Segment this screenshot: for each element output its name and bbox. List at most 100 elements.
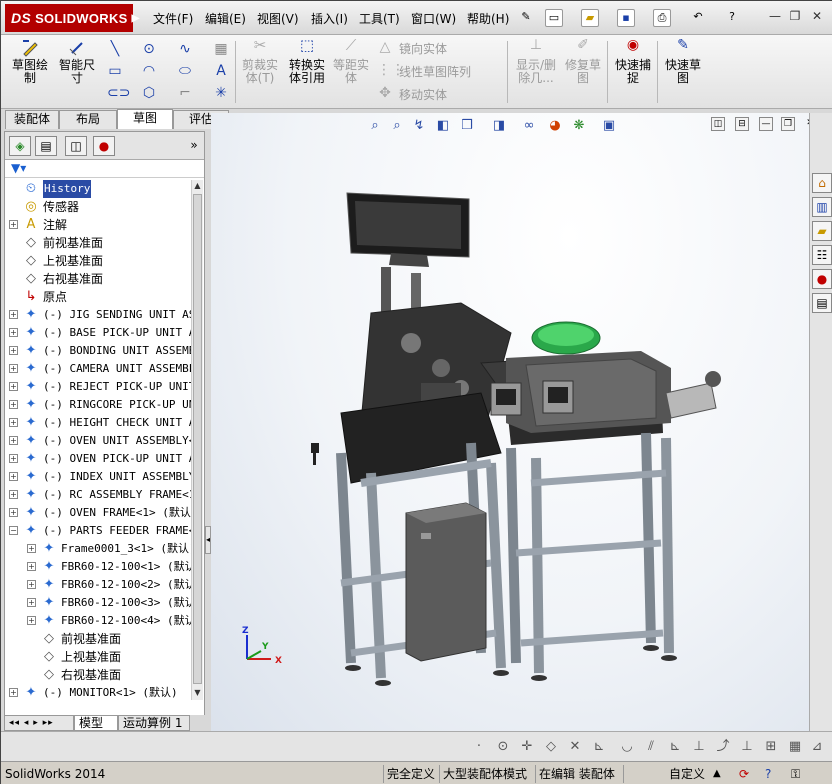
expand-icon[interactable]: + (9, 508, 18, 517)
dot-icon[interactable]: · (471, 739, 487, 755)
tree-node[interactable]: ◇ 上视基准面 (5, 252, 191, 270)
tree-node[interactable]: ⏲ History (5, 180, 191, 198)
help-status-icon[interactable]: ⚿ (791, 766, 800, 782)
view-orientation-icon[interactable]: ❒ (458, 117, 476, 135)
expand-icon[interactable]: + (9, 382, 18, 391)
expand-icon[interactable]: + (9, 418, 18, 427)
move-entities-item[interactable]: 移动实体 (399, 86, 447, 103)
expand-icon[interactable]: + (9, 454, 18, 463)
tree-node[interactable]: + ✦ FBR60-12-100<4> (默认 (5, 612, 191, 630)
configuration-manager-icon[interactable]: ◫ (65, 136, 87, 156)
menu-file[interactable]: 文件(F) (153, 10, 193, 27)
quick-snaps-button[interactable]: ◉ 快速捕捉 (611, 38, 655, 85)
appearances-icon[interactable]: ● (812, 269, 832, 289)
scroll-down-icon[interactable]: ▼ (192, 687, 203, 699)
intersection-icon[interactable]: ✕ (567, 739, 583, 755)
assembly-model-view[interactable] (311, 183, 771, 703)
ellipse-icon[interactable]: ⬭ (177, 63, 193, 79)
tree-node[interactable]: + ✦ (-) REJECT PICK-UP UNIT (5, 378, 191, 396)
view-settings-icon[interactable]: ▣ (600, 117, 618, 135)
vertical-icon[interactable]: ⊥ (739, 739, 755, 755)
tree-node[interactable]: + ✦ (-) MONITOR<1> (默认) (5, 684, 191, 700)
tab-sketch[interactable]: 草图 (117, 109, 173, 129)
viewport-restore-icon[interactable]: ⊟ (735, 117, 749, 131)
new-document-icon[interactable]: ▭ (545, 9, 563, 27)
center-point-icon[interactable]: ⊙ (495, 739, 511, 755)
expand-icon[interactable]: + (9, 310, 18, 319)
slot-icon[interactable]: ⊂⊃ (107, 85, 130, 101)
display-style-icon[interactable]: ◨ (490, 117, 508, 135)
menu-insert[interactable]: 插入(I) (311, 10, 348, 27)
display-manager-icon[interactable]: ● (93, 136, 115, 156)
nearest-icon[interactable]: ⊾ (591, 739, 607, 755)
parallel-icon[interactable]: ⊾ (667, 739, 683, 755)
file-explorer-icon[interactable]: ▰ (812, 221, 832, 241)
tree-node[interactable]: ◇ 前视基准面 (5, 234, 191, 252)
view-palette-icon[interactable]: ☷ (812, 245, 832, 265)
tree-node[interactable]: + ✦ (-) BASE PICK-UP UNIT AS (5, 324, 191, 342)
tab-motion-study-1[interactable]: 运动算例 1 (118, 715, 190, 731)
graphics-area[interactable]: ⌕ ⌕ ↯ ◧ ❒ ◨ ∞ ◕ ❋ ▣ ◫ ⊟ — ❐ ✕ (211, 113, 814, 731)
viewport-maximize-icon[interactable]: ❐ (781, 117, 795, 131)
sketch-button[interactable]: 草图绘制 (7, 39, 53, 85)
tree-node[interactable]: + ✦ (-) BONDING UNIT ASSEMBL (5, 342, 191, 360)
expand-icon[interactable]: + (27, 562, 36, 571)
menu-help[interactable]: 帮助(H) (467, 10, 509, 27)
zoom-to-fit-icon[interactable]: ⌕ (366, 117, 384, 135)
fillet-icon[interactable]: ⌐ (177, 85, 193, 101)
expand-icon[interactable]: + (9, 364, 18, 373)
tree-node[interactable]: + ✦ FBR60-12-100<2> (默认 (5, 576, 191, 594)
expand-icon[interactable]: + (9, 346, 18, 355)
tree-node[interactable]: ◎ 传感器 (5, 198, 191, 216)
tree-node[interactable]: + ✦ (-) CAMERA UNIT ASSEMBLY (5, 360, 191, 378)
text-icon[interactable]: A (213, 63, 229, 79)
pin-icon[interactable]: ✎ (517, 9, 535, 27)
custom-properties-icon[interactable]: ▤ (812, 293, 832, 313)
trim-entities-button[interactable]: ✂ 剪裁实体(T) (239, 38, 281, 85)
linear-pattern-icon[interactable]: ⋮⋮ (377, 62, 405, 78)
tree-node[interactable]: ◇ 右视基准面 (5, 270, 191, 288)
tree-node[interactable]: + ✦ Frame0001_3<1> (默认) (5, 540, 191, 558)
filter-bar[interactable]: ▼▾ (5, 160, 204, 178)
polygon-icon[interactable]: ⬡ (141, 85, 157, 101)
expand-icon[interactable]: + (9, 436, 18, 445)
tree-node[interactable]: + ✦ (-) JIG SENDING UNIT ASS (5, 306, 191, 324)
restore-icon[interactable]: ❐ (787, 9, 803, 25)
tree-node[interactable]: − ✦ (-) PARTS FEEDER FRAME<1 (5, 522, 191, 540)
menu-tools[interactable]: 工具(T) (359, 10, 400, 27)
tree-node[interactable]: + ✦ (-) HEIGHT CHECK UNIT AS (5, 414, 191, 432)
horizontal-icon[interactable]: ⤴ (715, 739, 731, 755)
grid-snap-icon[interactable]: ▦ (787, 739, 803, 755)
close-icon[interactable]: ✕ (809, 9, 825, 25)
arc-icon[interactable]: ◠ (141, 63, 157, 79)
tangent-icon[interactable]: ◡ (619, 739, 635, 755)
menu-window[interactable]: 窗口(W) (411, 10, 456, 27)
rapid-sketch-button[interactable]: ✎ 快速草图 (661, 38, 705, 85)
tree-node[interactable]: ◇ 上视基准面 (5, 648, 191, 666)
expand-icon[interactable]: + (9, 472, 18, 481)
tree-node[interactable]: + A 注解 (5, 216, 191, 234)
tree-node[interactable]: + ✦ (-) OVEN UNIT ASSEMBLY<1 (5, 432, 191, 450)
mirror-entities-item[interactable]: 镜向实体 (399, 40, 447, 57)
quick-tips-icon[interactable]: ? (765, 766, 771, 782)
spline-icon[interactable]: ∿ (177, 41, 193, 57)
help-icon[interactable]: ? (723, 9, 741, 27)
quadrant-icon[interactable]: ◇ (543, 739, 559, 755)
expand-icon[interactable]: + (27, 580, 36, 589)
tree-scrollbar[interactable]: ▲ ▼ (191, 180, 203, 700)
home-icon[interactable]: ⌂ (812, 173, 832, 193)
rectangle-icon[interactable]: ▭ (107, 63, 123, 79)
grid-icon[interactable]: ▦ (213, 41, 229, 57)
expand-icon[interactable]: + (9, 688, 18, 697)
previous-view-icon[interactable]: ↯ (410, 117, 428, 135)
tree-node[interactable]: + ✦ (-) INDEX UNIT ASSEMBLY (5, 468, 191, 486)
edit-appearance-icon[interactable]: ◕ (546, 117, 564, 135)
design-library-icon[interactable]: ▥ (812, 197, 832, 217)
expand-icon[interactable]: + (9, 400, 18, 409)
collapse-icon[interactable]: − (9, 526, 18, 535)
point-icon[interactable]: ✳ (213, 85, 229, 101)
circle-icon[interactable]: ⊙ (141, 41, 157, 57)
linear-pattern-item[interactable]: 线性草图阵列 (399, 63, 471, 80)
units-arrow-icon[interactable]: ▲ (713, 766, 721, 782)
scroll-up-icon[interactable]: ▲ (192, 180, 203, 192)
